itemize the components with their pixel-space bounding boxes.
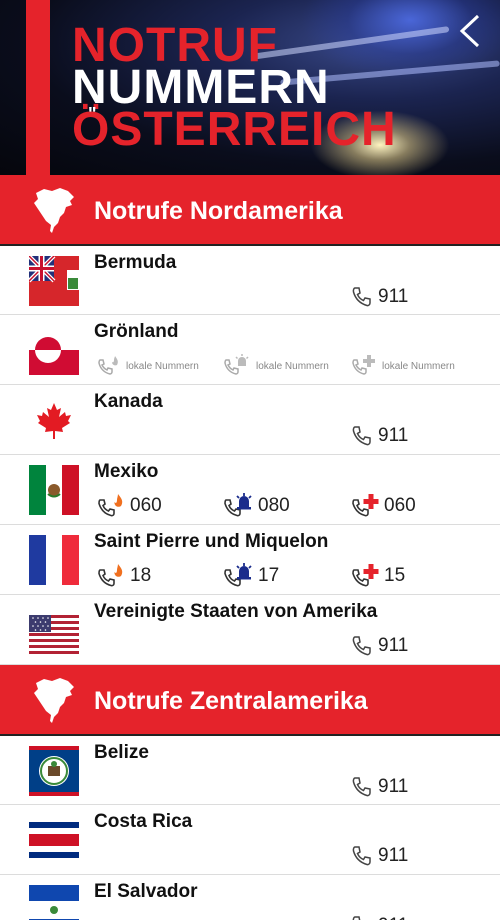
country-name: El Salvador bbox=[94, 881, 198, 902]
number-value: lokale Nummern bbox=[256, 360, 329, 372]
phone-icon bbox=[352, 846, 371, 866]
number-value: 18 bbox=[130, 565, 152, 586]
number-value: 911 bbox=[378, 915, 408, 920]
number-value: 080 bbox=[258, 495, 290, 516]
phone-icon bbox=[352, 426, 371, 446]
general-number[interactable]: 911 bbox=[350, 284, 408, 310]
country-name: Kanada bbox=[94, 391, 163, 412]
fire-number[interactable]: 060 bbox=[96, 493, 162, 519]
chevron-left-icon bbox=[459, 14, 480, 48]
ambulance-number[interactable]: lokale Nummern bbox=[350, 353, 455, 379]
ambulance-phone-icon bbox=[352, 355, 375, 375]
number-value: 060 bbox=[130, 495, 162, 516]
police-phone-icon bbox=[224, 563, 252, 587]
section-title: Notrufe Nordamerika bbox=[94, 197, 343, 225]
country-name: Saint Pierre und Miquelon bbox=[94, 531, 329, 552]
number-value: 911 bbox=[378, 635, 409, 656]
country-row-mexiko[interactable]: Mexiko 060 080 060 bbox=[0, 455, 500, 525]
emergency-numbers-page: NOTRUF NUMMERN ÖSTERREICH " Notrufe Nord… bbox=[0, 0, 500, 920]
number-value: lokale Nummern bbox=[126, 360, 199, 372]
number-value: 17 bbox=[258, 565, 280, 586]
banner-title-line3: ÖSTERREICH bbox=[72, 103, 397, 156]
police-phone-icon bbox=[224, 354, 249, 375]
north-america-map-icon bbox=[34, 678, 74, 723]
country-row-el-salvador[interactable]: El Salvador 911 bbox=[0, 875, 500, 920]
fire-number[interactable]: 18 bbox=[96, 563, 151, 589]
country-row-saint-pierre[interactable]: Saint Pierre und Miquelon 18 17 15 bbox=[0, 525, 500, 595]
general-number[interactable]: 911 bbox=[350, 913, 408, 920]
number-value: 911 bbox=[378, 286, 409, 307]
greenland-flag bbox=[29, 325, 79, 375]
bermuda-flag bbox=[29, 256, 79, 306]
belize-flag bbox=[29, 746, 79, 796]
fire-phone-icon bbox=[98, 564, 123, 587]
general-number[interactable]: 911 bbox=[350, 843, 408, 869]
country-name: Bermuda bbox=[94, 252, 177, 273]
el-salvador-flag bbox=[29, 885, 79, 920]
fire-phone-icon bbox=[98, 494, 123, 517]
general-number[interactable]: 911 bbox=[350, 633, 408, 659]
back-button[interactable] bbox=[456, 12, 486, 50]
section-header-zentralamerika: Notrufe Zentralamerika bbox=[0, 665, 500, 735]
country-row-bermuda[interactable]: Bermuda 911 bbox=[0, 246, 500, 315]
canada-flag bbox=[29, 395, 79, 445]
number-value: lokale Nummern bbox=[382, 360, 455, 372]
general-number[interactable]: 911 bbox=[350, 774, 408, 800]
fire-phone-icon bbox=[98, 356, 118, 375]
police-number[interactable]: lokale Nummern bbox=[222, 353, 329, 379]
number-value: 911 bbox=[378, 845, 409, 866]
ambulance-number[interactable]: 15 bbox=[350, 563, 405, 589]
country-name: Costa Rica bbox=[94, 811, 193, 832]
country-name: Belize bbox=[94, 742, 149, 763]
usa-flag bbox=[29, 605, 79, 655]
banner-red-bar bbox=[26, 0, 50, 175]
country-name: Grönland bbox=[94, 321, 179, 342]
country-row-usa[interactable]: Vereinigte Staaten von Amerika 911 bbox=[0, 595, 500, 665]
france-flag bbox=[29, 535, 79, 585]
general-number[interactable]: 911 bbox=[350, 423, 408, 449]
country-name: Mexiko bbox=[94, 461, 159, 482]
phone-icon bbox=[352, 287, 371, 307]
costa-rica-flag bbox=[29, 815, 79, 865]
number-value: 911 bbox=[378, 425, 409, 446]
police-number[interactable]: 17 bbox=[222, 563, 279, 589]
banner-quote-mark: " bbox=[88, 104, 97, 124]
ambulance-phone-icon bbox=[352, 564, 379, 587]
mexico-flag bbox=[29, 465, 79, 515]
number-value: 060 bbox=[384, 495, 416, 516]
phone-icon bbox=[352, 636, 371, 656]
police-number[interactable]: 080 bbox=[222, 493, 290, 519]
number-value: 911 bbox=[378, 776, 409, 797]
ambulance-number[interactable]: 060 bbox=[350, 493, 416, 519]
fire-number[interactable]: lokale Nummern bbox=[96, 353, 199, 379]
number-value: 15 bbox=[384, 565, 406, 586]
country-row-kanada[interactable]: Kanada 911 bbox=[0, 385, 500, 455]
phone-icon bbox=[352, 916, 361, 920]
country-name: Vereinigte Staaten von Amerika bbox=[94, 601, 378, 622]
ambulance-phone-icon bbox=[352, 494, 379, 517]
header-banner: NOTRUF NUMMERN ÖSTERREICH " bbox=[0, 0, 500, 175]
country-row-groenland[interactable]: Grönland lokale Nummern lokale Nummern l… bbox=[0, 315, 500, 385]
section-header-nordamerika: Notrufe Nordamerika bbox=[0, 175, 500, 245]
police-phone-icon bbox=[224, 493, 252, 517]
country-row-costa-rica[interactable]: Costa Rica 911 bbox=[0, 805, 500, 875]
north-america-map-icon bbox=[34, 188, 74, 233]
section-title: Notrufe Zentralamerika bbox=[94, 687, 368, 715]
country-row-belize[interactable]: Belize 911 bbox=[0, 736, 500, 805]
phone-icon bbox=[352, 777, 371, 797]
